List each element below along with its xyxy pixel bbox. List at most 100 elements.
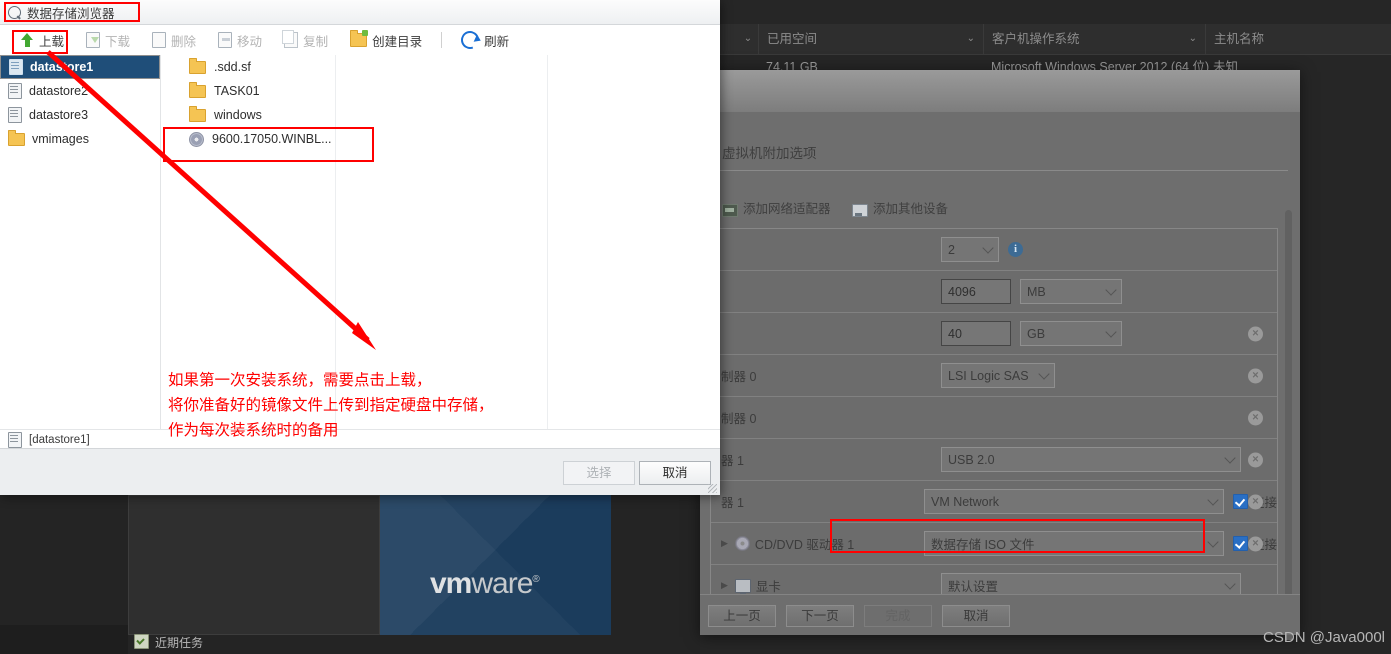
table-column-header[interactable]: 已用空间 ⌄ — [758, 24, 983, 54]
network-select[interactable]: VM Network — [923, 489, 1224, 514]
delete-button[interactable]: 删除 — [141, 31, 207, 50]
usb-controller-select[interactable]: USB 2.0 — [941, 447, 1241, 472]
datastore-list-item[interactable]: vmimages — [0, 127, 160, 151]
cpu-count-select[interactable]: 2 — [941, 237, 999, 262]
chevron-down-icon — [1105, 284, 1117, 296]
recent-tasks-bar[interactable]: 近期任务 — [128, 632, 380, 654]
chevron-down-icon — [1207, 536, 1219, 548]
expander-triangle-icon[interactable]: ▶ — [721, 538, 728, 549]
download-button[interactable]: 下载 — [75, 31, 141, 50]
background-bottom-strip — [0, 625, 128, 654]
remove-device-icon[interactable]: × — [1248, 452, 1263, 467]
device-control: LSI Logic SAS — [939, 363, 1277, 388]
move-icon — [218, 32, 233, 48]
wizard-scrollbar-thumb[interactable] — [1285, 210, 1292, 640]
tile-ray-decoration — [380, 495, 611, 635]
remove-device-icon[interactable]: × — [1248, 536, 1263, 551]
datastore-icon — [8, 107, 22, 123]
datastore-label: datastore1 — [30, 60, 94, 74]
device-control: USB 2.0 — [939, 447, 1277, 472]
folder-icon — [189, 57, 206, 74]
select-button[interactable]: 选择 — [563, 461, 635, 485]
folder-icon — [189, 81, 206, 98]
chevron-down-icon[interactable]: ⌄ — [1189, 24, 1197, 54]
wizard-back-button[interactable]: 上一页 — [708, 605, 776, 627]
scsi-controller-value: LSI Logic SAS — [948, 368, 1029, 383]
network-adapter-icon — [722, 203, 738, 217]
file-name: .sdd.sf — [214, 60, 251, 74]
checkbox-checked-icon — [1232, 494, 1248, 509]
expander-triangle-icon[interactable]: ▶ — [721, 580, 728, 591]
remove-device-icon[interactable]: × — [1248, 326, 1263, 341]
chevron-down-icon — [1207, 494, 1219, 506]
background-content-box — [128, 495, 380, 635]
move-button[interactable]: 移动 — [207, 31, 273, 50]
table-header-caret-icon[interactable]: ⌄ — [738, 24, 758, 54]
memory-size-input[interactable]: 4096 — [941, 279, 1011, 304]
memory-unit-select[interactable]: MB — [1020, 279, 1122, 304]
usb-controller-value: USB 2.0 — [948, 452, 995, 467]
chevron-down-icon — [1105, 326, 1117, 338]
wizard-cancel-button[interactable]: 取消 — [942, 605, 1010, 627]
wizard-finish-button[interactable]: 完成 — [864, 605, 932, 627]
device-row-usb-controller: 器 1 USB 2.0 × — [711, 439, 1277, 481]
remove-device-icon[interactable]: × — [1248, 368, 1263, 383]
disk-size-input[interactable]: 40 — [941, 321, 1011, 346]
watermark: CSDN @Java000l — [1263, 629, 1385, 646]
datastore-list-item[interactable]: datastore3 — [0, 103, 160, 127]
wizard-footer: 上一页 下一页 完成 取消 — [700, 595, 1300, 635]
file-list-item[interactable]: windows — [161, 103, 720, 127]
refresh-label: 刷新 — [484, 34, 510, 49]
add-other-device-label: 添加其他设备 — [873, 202, 949, 216]
table-column-header-label: 客户机操作系统 — [992, 32, 1080, 46]
scsi-controller-select[interactable]: LSI Logic SAS — [941, 363, 1055, 388]
info-icon[interactable]: i — [1008, 242, 1023, 257]
resize-handle[interactable] — [708, 484, 717, 493]
annotation-note-line: 将你准备好的镜像文件上传到指定硬盘中存储， — [168, 397, 494, 414]
chevron-down-icon[interactable]: ⌄ — [967, 24, 975, 54]
delete-label: 删除 — [171, 34, 197, 49]
chevron-down-icon — [1038, 368, 1050, 380]
copy-button[interactable]: 复制 — [273, 30, 339, 50]
device-row-hard-disk: 40 GB × — [711, 313, 1277, 355]
remove-device-icon[interactable]: × — [1248, 494, 1263, 509]
datastore-label: datastore3 — [29, 108, 89, 122]
device-row-memory: 4096 MB — [711, 271, 1277, 313]
copy-label: 复制 — [303, 34, 329, 49]
datastore-label: vmimages — [32, 132, 89, 146]
create-directory-label: 创建目录 — [372, 34, 423, 49]
add-other-device-button[interactable]: 添加其他设备 — [852, 198, 948, 217]
device-row-cpu: 2 i — [711, 229, 1277, 271]
disk-unit-select[interactable]: GB — [1020, 321, 1122, 346]
vmware-logo: vmware® — [430, 567, 540, 600]
refresh-button[interactable]: 刷新 — [450, 28, 520, 52]
file-list-item[interactable]: TASK01 — [161, 79, 720, 103]
add-network-adapter-button[interactable]: 添加网络适配器 — [722, 198, 831, 217]
remove-device-icon[interactable]: × — [1248, 410, 1263, 425]
add-device-row: 添加网络适配器 添加其他设备 — [700, 198, 1300, 220]
device-control: VM Network 连接 — [922, 489, 1277, 514]
datastore-icon — [9, 59, 23, 75]
wizard-next-button[interactable]: 下一页 — [786, 605, 854, 627]
device-label: 器 1 — [721, 496, 744, 510]
device-row-scsi-controller: 制器 0 LSI Logic SAS × — [711, 355, 1277, 397]
create-directory-button[interactable]: 创建目录 — [339, 30, 433, 50]
device-control: 2 i — [939, 237, 1277, 262]
cd-icon — [734, 536, 750, 551]
datastore-list-item[interactable]: datastore1 — [0, 55, 160, 79]
video-settings-value: 默认设置 — [948, 580, 999, 594]
datastore-list: datastore1 datastore2 datastore3 vmimage… — [0, 55, 161, 429]
table-column-header-label: 主机名称 — [1214, 32, 1265, 46]
checkbox-checked-icon — [1232, 536, 1248, 551]
datastore-list-item[interactable]: datastore2 — [0, 79, 160, 103]
device-label-video: ▶ 显卡 — [711, 576, 939, 595]
wizard-divider — [700, 170, 1288, 171]
table-column-header[interactable]: 客户机操作系统 ⌄ — [983, 24, 1205, 54]
file-list-item[interactable]: .sdd.sf — [161, 55, 720, 79]
wizard-scrollbar[interactable] — [1285, 210, 1292, 640]
table-column-header[interactable]: 主机名称 — [1205, 24, 1391, 54]
add-network-adapter-label: 添加网络适配器 — [743, 202, 831, 216]
clipboard-icon — [134, 634, 149, 649]
annotation-note: 如果第一次安装系统，需要点击上载， 将你准备好的镜像文件上传到指定硬盘中存储， … — [168, 368, 494, 443]
cancel-button[interactable]: 取消 — [639, 461, 711, 485]
